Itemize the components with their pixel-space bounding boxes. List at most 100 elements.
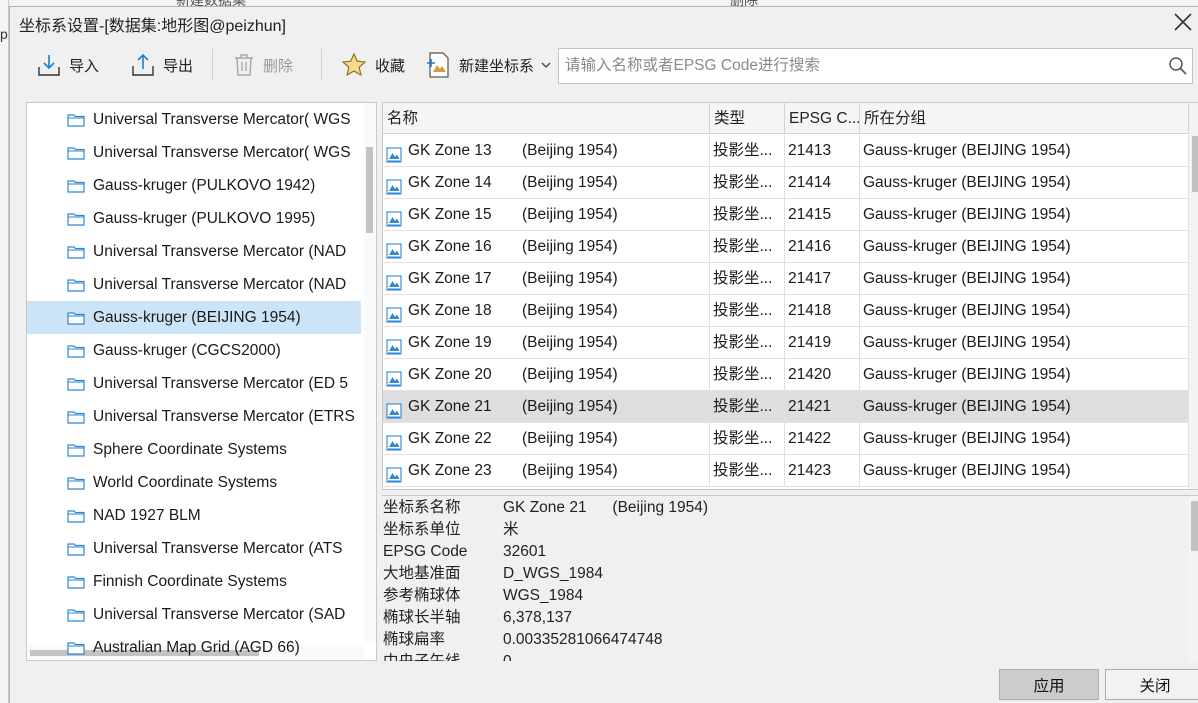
column-header[interactable]: 类型: [710, 103, 785, 134]
table-row[interactable]: GK Zone 19 (Beijing 1954) 投影坐... 21419 Gauss…: [383, 327, 1189, 359]
table-row[interactable]: GK Zone 16 (Beijing 1954) 投影坐... 21416 Gauss…: [383, 231, 1189, 263]
table-row[interactable]: GK Zone 15 (Beijing 1954) 投影坐... 21415 Gauss…: [383, 199, 1189, 231]
cell-name: GK Zone 23 (Beijing 1954): [383, 455, 710, 486]
import-icon: [38, 55, 60, 76]
folder-icon: [67, 476, 85, 490]
close-icon[interactable]: [1172, 11, 1194, 33]
crs-zone-name: GK Zone 22: [408, 430, 492, 447]
background-edge-char: p: [0, 26, 8, 42]
tree-item-label: Universal Transverse Mercator (SAD: [93, 605, 346, 623]
tree-item[interactable]: Universal Transverse Mercator (ATS: [27, 532, 361, 565]
table-vertical-scrollbar[interactable]: [1189, 103, 1198, 489]
info-key: 大地基准面: [383, 565, 461, 582]
table-row[interactable]: GK Zone 22 (Beijing 1954) 投影坐... 21422 Gauss…: [383, 423, 1189, 455]
cell-epsg: 21420: [785, 359, 860, 390]
tree-item[interactable]: Gauss-kruger (PULKOVO 1995): [27, 202, 361, 235]
tree-item-label: Sphere Coordinate Systems: [93, 440, 287, 458]
delete-label: 删除: [263, 57, 294, 75]
table-row[interactable]: GK Zone 17 (Beijing 1954) 投影坐... 21417 Gauss…: [383, 263, 1189, 295]
tree-item[interactable]: Finnish Coordinate Systems: [27, 565, 361, 598]
column-header[interactable]: 所在分组: [860, 103, 1189, 134]
info-key: EPSG Code: [383, 543, 468, 560]
scrollbar-thumb[interactable]: [1192, 136, 1198, 192]
tree-item[interactable]: Gauss-kruger (PULKOVO 1942): [27, 169, 361, 202]
export-label: 导出: [163, 57, 194, 75]
info-value: 0: [503, 651, 512, 661]
scrollbar-thumb[interactable]: [366, 147, 373, 233]
import-button[interactable]: 导入: [36, 45, 99, 85]
table-row[interactable]: GK Zone 21 (Beijing 1954) 投影坐... 21421 Gauss…: [383, 391, 1189, 423]
cell-epsg: 21415: [785, 199, 860, 230]
tree-vertical-scrollbar[interactable]: [364, 103, 376, 643]
info-value: 32601: [503, 543, 547, 560]
tree-item-label: Universal Transverse Mercator (NAD: [93, 242, 347, 260]
projected-crs-icon: [386, 143, 402, 163]
table-row[interactable]: GK Zone 14 (Beijing 1954) 投影坐... 21414 Gauss…: [383, 167, 1189, 199]
cell-group: Gauss-kruger (BEIJING 1954): [860, 423, 1189, 454]
tree-item-label: Universal Transverse Mercator (ATS: [93, 539, 343, 557]
table-row[interactable]: GK Zone 18 (Beijing 1954) 投影坐... 21418 Gauss…: [383, 295, 1189, 327]
cell-group: Gauss-kruger (BEIJING 1954): [860, 359, 1189, 390]
info-key: 坐标系单位: [383, 521, 461, 538]
projected-crs-icon: [386, 207, 402, 227]
tree-item[interactable]: Sphere Coordinate Systems: [27, 433, 361, 466]
scrollbar-thumb[interactable]: [1191, 501, 1198, 551]
tree-item[interactable]: Universal Transverse Mercator (ED 5: [27, 367, 361, 400]
search-icon[interactable]: [1164, 49, 1192, 83]
cell-type: 投影坐...: [710, 455, 785, 486]
crs-zone-name: GK Zone 23: [408, 462, 492, 479]
info-vertical-scrollbar[interactable]: [1188, 496, 1198, 661]
tree-item[interactable]: Universal Transverse Mercator (NAD: [27, 235, 361, 268]
new-crs-dropdown-button[interactable]: 新建坐标系: [426, 45, 551, 85]
table-row[interactable]: GK Zone 20 (Beijing 1954) 投影坐... 21420 Gauss…: [383, 359, 1189, 391]
favorite-button[interactable]: 收藏: [340, 45, 405, 85]
projected-crs-icon: [386, 239, 402, 259]
cell-group: Gauss-kruger (BEIJING 1954): [860, 167, 1189, 198]
crs-zone-name: GK Zone 15: [408, 206, 492, 223]
folder-icon: [67, 542, 85, 556]
tree-item-label: Australian Map Grid (AGD 66): [93, 638, 300, 656]
tree-item[interactable]: World Coordinate Systems: [27, 466, 361, 499]
crs-zone-name: GK Zone 16: [408, 238, 492, 255]
crs-zone-name: GK Zone 18: [408, 302, 492, 319]
cell-group: Gauss-kruger (BEIJING 1954): [860, 263, 1189, 294]
close-button[interactable]: 关闭: [1105, 669, 1198, 700]
export-button[interactable]: 导出: [130, 45, 193, 85]
cell-group: Gauss-kruger (BEIJING 1954): [860, 455, 1189, 486]
crs-datum-name: (Beijing 1954): [522, 462, 618, 479]
tree-item[interactable]: Universal Transverse Mercator( WGS: [27, 103, 361, 136]
cell-epsg: 21416: [785, 231, 860, 262]
folder-icon: [67, 608, 85, 622]
cell-name: GK Zone 15 (Beijing 1954): [383, 199, 710, 230]
info-value: GK Zone 21 (Beijing 1954): [503, 499, 709, 516]
apply-button[interactable]: 应用: [999, 669, 1099, 700]
cell-type: 投影坐...: [710, 327, 785, 358]
tree-item[interactable]: Gauss-kruger (BEIJING 1954): [27, 301, 361, 334]
crs-datum-name: (Beijing 1954): [522, 270, 618, 287]
tree-item[interactable]: NAD 1927 BLM: [27, 499, 361, 532]
projected-crs-icon: [386, 463, 402, 483]
folder-icon: [67, 641, 85, 655]
tree-item-label: Universal Transverse Mercator (ETRS: [93, 407, 355, 425]
column-header[interactable]: 名称: [383, 103, 710, 134]
tree-item[interactable]: Universal Transverse Mercator (NAD: [27, 268, 361, 301]
info-key: 椭球长半轴: [383, 609, 461, 626]
cell-epsg: 21414: [785, 167, 860, 198]
info-value: 0.00335281066474748: [503, 631, 663, 648]
column-header[interactable]: EPSG C...: [785, 103, 860, 134]
delete-button[interactable]: 删除: [232, 45, 293, 85]
crs-zone-name: GK Zone 14: [408, 174, 492, 191]
crs-datum-name: (Beijing 1954): [522, 206, 618, 223]
tree-item[interactable]: Australian Map Grid (AGD 66): [27, 631, 361, 660]
search-input[interactable]: [559, 49, 1164, 83]
tree-item-label: Gauss-kruger (PULKOVO 1942): [93, 176, 316, 194]
table-row[interactable]: GK Zone 23 (Beijing 1954) 投影坐... 21423 Gauss…: [383, 455, 1189, 487]
tree-item[interactable]: Universal Transverse Mercator (SAD: [27, 598, 361, 631]
cell-name: GK Zone 17 (Beijing 1954): [383, 263, 710, 294]
tree-item[interactable]: Universal Transverse Mercator( WGS: [27, 136, 361, 169]
table-row[interactable]: GK Zone 13 (Beijing 1954) 投影坐... 21413 Gauss…: [383, 135, 1189, 167]
tree-item-label: Universal Transverse Mercator( WGS: [93, 110, 351, 128]
tree-item[interactable]: Universal Transverse Mercator (ETRS: [27, 400, 361, 433]
tree-item-label: Universal Transverse Mercator (NAD: [93, 275, 347, 293]
tree-item[interactable]: Gauss-kruger (CGCS2000): [27, 334, 361, 367]
